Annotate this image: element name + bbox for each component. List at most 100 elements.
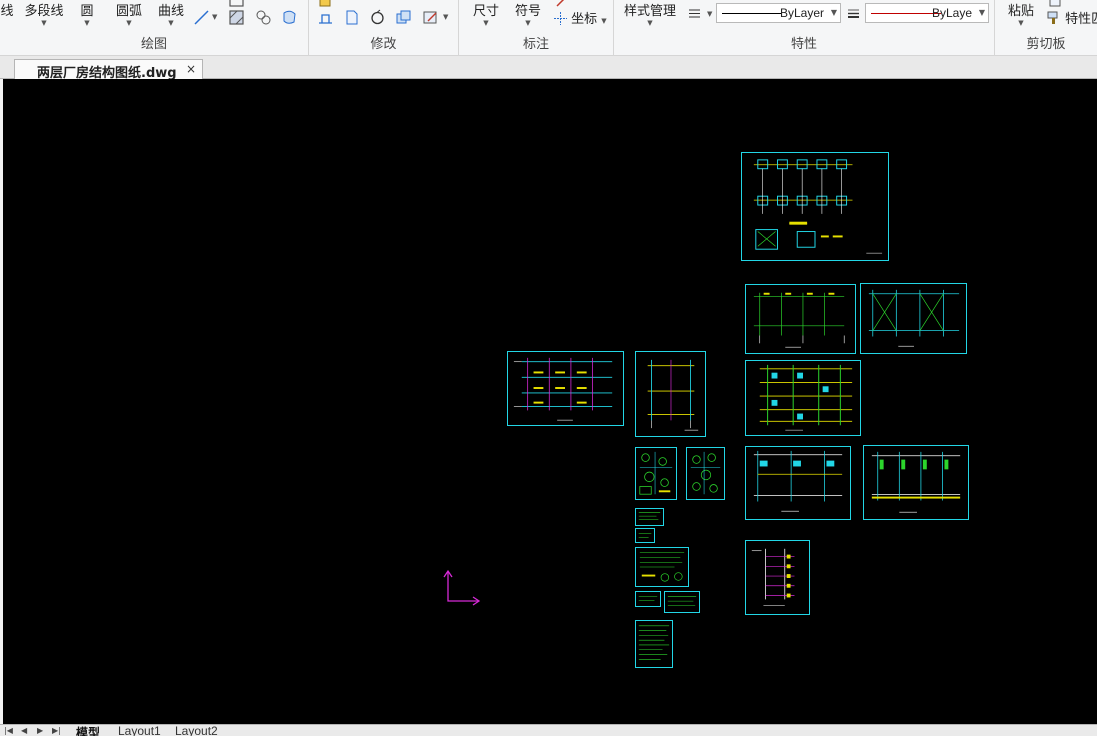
layout-tab-bar: |◀ ◀ ▶ ▶| 模型 Layout1 Layout2: [0, 724, 1097, 736]
drawing-sheet[interactable]: [635, 508, 664, 526]
chevron-down-icon: ▼: [601, 17, 607, 25]
beam-layout-drawing: [513, 357, 613, 421]
dimension-button[interactable]: 尺寸 ▼: [472, 0, 500, 27]
close-icon[interactable]: ×: [186, 62, 196, 76]
next-layout-icon[interactable]: ▶: [37, 726, 43, 735]
curve-button-label: 曲线: [157, 4, 184, 19]
last-layout-icon[interactable]: ▶|: [52, 726, 61, 735]
clipboard-group-label: 剪切板: [1026, 37, 1066, 52]
edit-icon[interactable]: [422, 9, 439, 26]
polyline-button-label: 多段线: [24, 4, 64, 19]
ucs-icon: [443, 569, 481, 606]
drawing-sheet[interactable]: [745, 446, 851, 520]
detail-drawing: [639, 451, 673, 495]
chevron-down-icon: ▼: [483, 19, 489, 27]
properties-group: 样式管理 ▼ ▼ ByLayer ▼ ByLaye ▼ 特性: [614, 0, 995, 56]
previous-layout-icon[interactable]: ◀: [21, 726, 27, 735]
drawing-sheet[interactable]: [635, 351, 706, 437]
general-notes-drawing: [639, 552, 685, 582]
match-properties-button[interactable]: 特性匹: [1047, 8, 1097, 27]
notes-drawing: [638, 533, 652, 538]
ribbon: 线 多段线 ▼ 圆 ▼ 圆弧 ▼ 曲线 ▼ ▼ 绘图 ▼ 修改 尺寸 ▼ 符号 …: [0, 0, 1097, 56]
rectangle-icon[interactable]: [228, 0, 245, 9]
drawing-sheet[interactable]: [635, 547, 689, 587]
chevron-down-icon: ▼: [830, 8, 837, 17]
properties-group-label: 特性: [790, 37, 817, 52]
first-layout-icon[interactable]: |◀: [4, 726, 13, 735]
tab-layout1[interactable]: Layout1: [118, 724, 161, 736]
hatch-icon[interactable]: [228, 9, 245, 26]
section-drawing: [647, 359, 699, 431]
chevron-down-icon[interactable]: ▼: [707, 10, 712, 18]
construction-line-icon[interactable]: [193, 9, 210, 26]
design-notes-drawing: [638, 625, 670, 660]
linetype-combo[interactable]: ByLayer ▼: [716, 3, 841, 23]
drawing-canvas[interactable]: [3, 79, 1097, 724]
copy-icon[interactable]: [395, 9, 412, 26]
lineweight-value: ByLaye: [931, 6, 972, 20]
drawing-sheet[interactable]: [635, 528, 655, 543]
linetype-icon: [689, 9, 700, 18]
modify-group-label: 修改: [370, 37, 397, 52]
curve-button[interactable]: 曲线 ▼: [156, 0, 186, 27]
chevron-down-icon: ▼: [1018, 19, 1024, 27]
drawing-sheet[interactable]: [664, 591, 700, 613]
drawing-sheet[interactable]: [741, 152, 889, 261]
lineweight-sample: [871, 13, 941, 14]
tab-model[interactable]: 模型: [76, 724, 100, 736]
roof-plan-drawing: [753, 292, 845, 348]
drawing-sheet[interactable]: [635, 447, 677, 500]
match-properties-label: 特性匹: [1065, 12, 1097, 27]
annotation-group-label: 标注: [522, 37, 549, 52]
drawing-sheet[interactable]: [745, 360, 861, 436]
drawing-sheet[interactable]: [635, 591, 661, 607]
elevation-drawing: [751, 548, 795, 606]
coordinate-button[interactable]: 坐标 ▼: [554, 8, 607, 27]
draw-group-label: 绘图: [140, 37, 167, 52]
mirror-icon[interactable]: [343, 9, 360, 26]
rotate-icon[interactable]: [369, 9, 386, 26]
chevron-down-icon: ▼: [525, 19, 531, 27]
stretch-icon[interactable]: [317, 9, 334, 26]
chevron-down-icon[interactable]: ▼: [212, 13, 217, 21]
chevron-down-icon: ▼: [647, 19, 653, 27]
paste-button[interactable]: 粘贴 ▼: [1007, 0, 1035, 27]
document-tab[interactable]: 两层厂房结构图纸.dwg ×: [14, 59, 203, 81]
polyline-button[interactable]: 多段线 ▼: [24, 0, 64, 27]
chevron-down-icon: ▼: [978, 8, 985, 17]
region-icon[interactable]: [255, 9, 272, 26]
column-schedule-drawing: [871, 451, 961, 513]
boundary-icon[interactable]: [281, 9, 298, 26]
clipboard-group: 粘贴 ▼ 特性匹 剪切板: [995, 0, 1097, 56]
drawing-sheet[interactable]: [860, 283, 967, 354]
arc-button[interactable]: 圆弧 ▼: [114, 0, 144, 27]
modify-group: ▼ 修改: [309, 0, 459, 56]
lineweight-combo[interactable]: ByLaye ▼: [865, 3, 989, 23]
annotation-group: 尺寸 ▼ 符号 ▼ 坐标 ▼ 标注: [459, 0, 614, 56]
drawing-sheet[interactable]: [686, 447, 725, 500]
line-button[interactable]: 线: [0, 0, 14, 19]
line-button-label: 线: [0, 4, 14, 19]
circle-button[interactable]: 圆 ▼: [78, 0, 96, 27]
chevron-down-icon: ▼: [168, 19, 174, 27]
style-manager-button[interactable]: 样式管理 ▼: [623, 0, 677, 27]
drawing-sheet[interactable]: [745, 284, 856, 354]
notes-drawing: [638, 512, 661, 520]
detail-drawing: [690, 451, 721, 495]
linetype-value: ByLayer: [779, 6, 824, 20]
drawing-sheet[interactable]: [863, 445, 969, 520]
drawing-sheet[interactable]: [507, 351, 624, 426]
symbol-button[interactable]: 符号 ▼: [514, 0, 542, 27]
rebar-plan-drawing: [759, 364, 853, 431]
draw-group: 线 多段线 ▼ 圆 ▼ 圆弧 ▼ 曲线 ▼ ▼ 绘图: [0, 0, 309, 56]
drawing-sheet[interactable]: [745, 540, 810, 615]
drawing-sheet[interactable]: [635, 620, 673, 668]
chevron-down-icon: ▼: [84, 19, 90, 27]
chevron-down-icon: ▼: [41, 19, 47, 27]
linetype-sample: [722, 13, 782, 14]
paintbrush-icon: [1047, 11, 1058, 24]
bracing-plan-drawing: [868, 289, 960, 347]
tab-layout2[interactable]: Layout2: [175, 724, 218, 736]
arc-button-label: 圆弧: [115, 4, 142, 19]
chevron-down-icon[interactable]: ▼: [443, 13, 448, 21]
